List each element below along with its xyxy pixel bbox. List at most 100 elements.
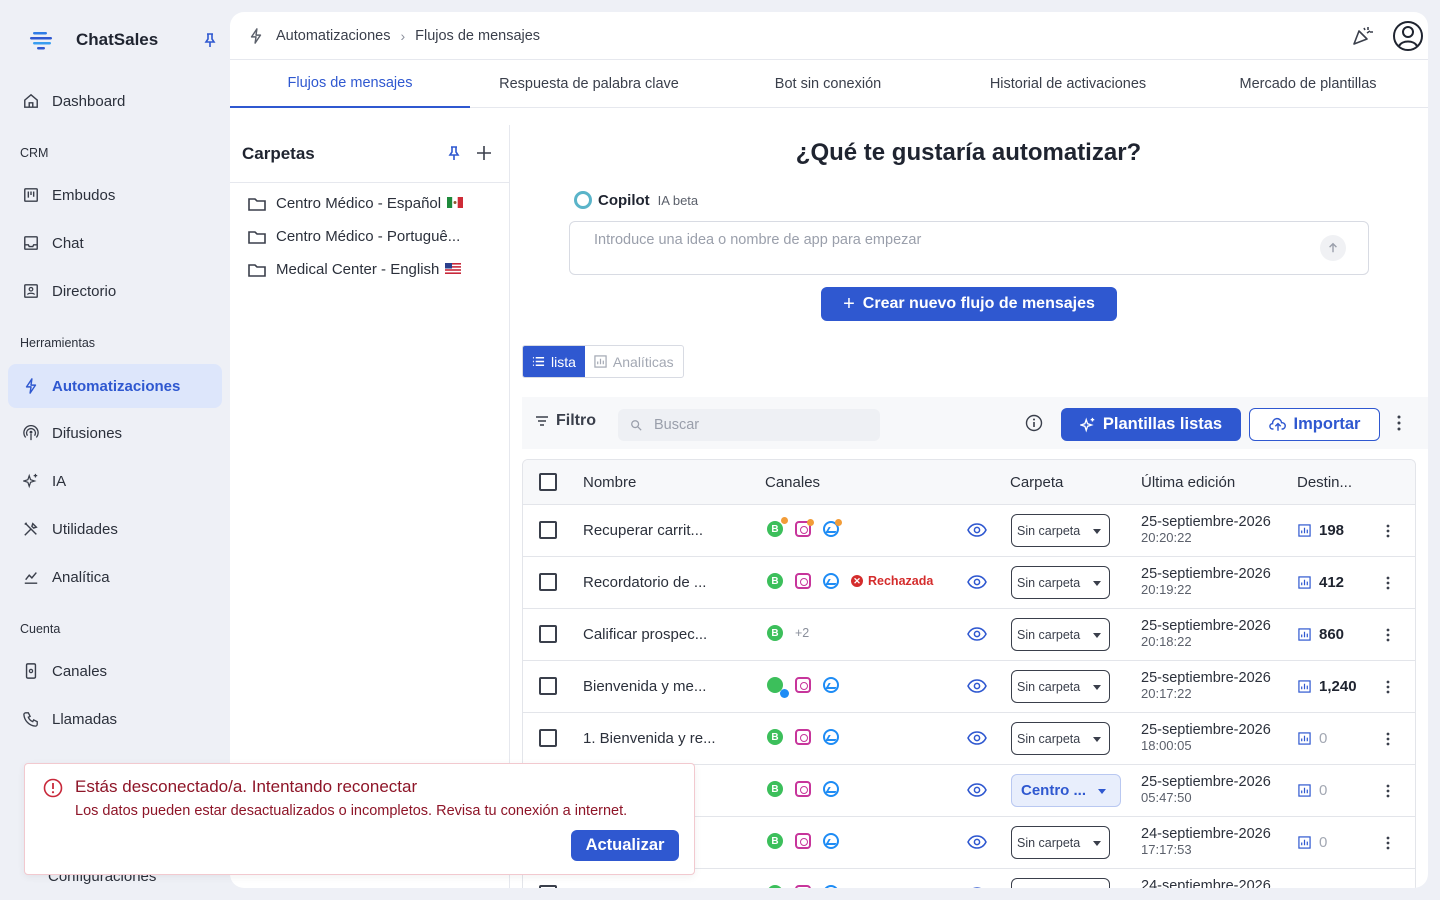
folder-select[interactable]: Sin carpeta bbox=[1011, 878, 1110, 888]
tab-respuesta-palabra-clave[interactable]: Respuesta de palabra clave bbox=[470, 60, 708, 108]
breadcrumb-parent[interactable]: Automatizaciones bbox=[276, 28, 390, 44]
nav-llamadas[interactable]: Llamadas bbox=[8, 697, 222, 741]
table-row[interactable]: Recordatorio de ... B ✕ Rechazada Sin carpet… bbox=[523, 557, 1415, 609]
tabs: Flujos de mensajes Respuesta de palabra … bbox=[230, 60, 1428, 108]
tab-flujos-de-mensajes[interactable]: Flujos de mensajes bbox=[230, 60, 470, 108]
nav-automatizaciones[interactable]: Automatizaciones bbox=[8, 364, 222, 408]
flow-name[interactable]: Recuperar carrit... bbox=[583, 522, 723, 539]
folder-item[interactable]: Medical Center - English bbox=[230, 253, 509, 286]
nav-chat[interactable]: Chat bbox=[8, 221, 222, 265]
nav-canales[interactable]: Canales bbox=[8, 649, 222, 693]
recipients-count[interactable]: 0 bbox=[1298, 834, 1327, 851]
import-button[interactable]: Importar bbox=[1249, 408, 1380, 441]
view-list-button[interactable]: lista bbox=[523, 346, 585, 377]
row-checkbox[interactable] bbox=[539, 521, 557, 539]
eye-icon[interactable] bbox=[967, 523, 987, 537]
flow-name[interactable]: Recordatorio de ... bbox=[583, 574, 723, 591]
folder-item[interactable]: Centro Médico - Español bbox=[230, 187, 509, 220]
flow-name[interactable]: 1. Bienvenida y re... bbox=[583, 730, 723, 747]
recipients-count[interactable]: 0 bbox=[1298, 730, 1327, 747]
nav-utilidades[interactable]: Utilidades bbox=[8, 507, 222, 551]
folder-select[interactable]: Centro ... bbox=[1011, 774, 1121, 807]
celebration-icon[interactable] bbox=[1350, 24, 1374, 48]
recipients-count[interactable]: 0 bbox=[1298, 782, 1327, 799]
folder-select-value: Sin carpeta bbox=[1017, 627, 1081, 642]
eye-icon[interactable] bbox=[967, 575, 987, 589]
pin-icon[interactable] bbox=[446, 145, 462, 161]
row-checkbox[interactable] bbox=[539, 677, 557, 695]
nav-directorio[interactable]: Directorio bbox=[8, 269, 222, 313]
tab-mercado-plantillas[interactable]: Mercado de plantillas bbox=[1188, 60, 1428, 108]
templates-button[interactable]: Plantillas listas bbox=[1061, 408, 1241, 441]
table-row[interactable]: Bienvenida y me... Sin carpeta 25-septiemb… bbox=[523, 661, 1415, 713]
chatsales-logo-icon bbox=[30, 32, 52, 50]
info-icon[interactable] bbox=[1025, 414, 1043, 432]
row-checkbox[interactable] bbox=[539, 729, 557, 747]
eye-icon[interactable] bbox=[967, 731, 987, 745]
row-checkbox[interactable] bbox=[539, 625, 557, 643]
flow-name[interactable]: Calificar prospec... bbox=[583, 626, 723, 643]
more-vertical-icon[interactable] bbox=[1385, 731, 1391, 747]
eye-icon[interactable] bbox=[967, 835, 987, 849]
edited-day: 24-septiembre-2026 bbox=[1141, 878, 1271, 888]
row-checkbox[interactable] bbox=[539, 885, 557, 888]
recipients-count[interactable]: 860 bbox=[1298, 626, 1344, 643]
folder-select[interactable]: Sin carpeta bbox=[1011, 618, 1110, 651]
nav-embudos[interactable]: Embudos bbox=[8, 173, 222, 217]
sparkle-icon bbox=[22, 472, 40, 490]
folder-select[interactable]: Sin carpeta bbox=[1011, 566, 1110, 599]
recipients-count[interactable]: 412 bbox=[1298, 574, 1344, 591]
recipients-count[interactable]: 1,240 bbox=[1298, 678, 1357, 695]
more-vertical-icon[interactable] bbox=[1385, 679, 1391, 695]
more-vertical-icon[interactable] bbox=[1396, 414, 1402, 432]
folder-select[interactable]: Sin carpeta bbox=[1011, 670, 1110, 703]
folder-select[interactable]: Sin carpeta bbox=[1011, 826, 1110, 859]
breadcrumb-current: Flujos de mensajes bbox=[415, 27, 541, 44]
folder-select[interactable]: Sin carpeta bbox=[1011, 514, 1110, 547]
flow-name[interactable]: Bienvenida y me... bbox=[583, 678, 723, 695]
recipients-count[interactable]: 198 bbox=[1298, 522, 1344, 539]
tab-bot-sin-conexion[interactable]: Bot sin conexión bbox=[708, 60, 948, 108]
refresh-button[interactable]: Actualizar bbox=[571, 830, 679, 861]
pin-icon[interactable] bbox=[202, 32, 218, 48]
search-input[interactable]: Buscar bbox=[618, 409, 880, 441]
column-name[interactable]: Nombre bbox=[583, 474, 636, 491]
eye-icon[interactable] bbox=[967, 679, 987, 693]
more-vertical-icon[interactable] bbox=[1385, 887, 1391, 888]
folder-item[interactable]: Centro Médico - Portuguê... bbox=[230, 220, 509, 253]
eye-icon[interactable] bbox=[967, 783, 987, 797]
tab-historial-activaciones[interactable]: Historial de activaciones bbox=[948, 60, 1188, 108]
select-all-checkbox[interactable] bbox=[539, 473, 557, 491]
more-vertical-icon[interactable] bbox=[1385, 523, 1391, 539]
create-flow-button[interactable]: + Crear nuevo flujo de mensajes bbox=[821, 287, 1117, 321]
filter-button[interactable]: Filtro bbox=[534, 412, 596, 430]
nav-section-account: Cuenta bbox=[20, 622, 61, 636]
view-analytics-button[interactable]: Analíticas bbox=[585, 346, 683, 377]
flow-name[interactable]: Education (CN) bbox=[583, 886, 723, 888]
nav-chat-label: Chat bbox=[52, 234, 84, 252]
rejected-icon: ✕ bbox=[851, 575, 863, 587]
verified-icon bbox=[780, 689, 789, 698]
row-checkbox[interactable] bbox=[539, 573, 557, 591]
table-row[interactable]: Recuperar carrit... B Sin carpeta 25-septie… bbox=[523, 505, 1415, 557]
more-vertical-icon[interactable] bbox=[1385, 575, 1391, 591]
folder-select[interactable]: Sin carpeta bbox=[1011, 722, 1110, 755]
table-row[interactable]: 1. Bienvenida y re... B Sin carpeta 25-sept… bbox=[523, 713, 1415, 765]
column-edited[interactable]: Última edición bbox=[1141, 474, 1235, 491]
idea-input[interactable]: Introduce una idea o nombre de app para … bbox=[569, 221, 1369, 275]
recipients-value: 0 bbox=[1319, 730, 1328, 747]
nav-ia[interactable]: IA bbox=[8, 459, 222, 503]
eye-icon[interactable] bbox=[967, 887, 987, 888]
add-folder-icon[interactable] bbox=[476, 145, 492, 161]
eye-icon[interactable] bbox=[967, 627, 987, 641]
table-row[interactable]: Calificar prospec... B +2 Sin carpeta 25-sep… bbox=[523, 609, 1415, 661]
send-arrow-icon[interactable] bbox=[1320, 235, 1346, 261]
more-vertical-icon[interactable] bbox=[1385, 835, 1391, 851]
recipients-count[interactable]: 0 bbox=[1298, 886, 1327, 888]
nav-dashboard[interactable]: Dashboard bbox=[8, 79, 222, 123]
nav-analitica[interactable]: Analítica bbox=[8, 555, 222, 599]
nav-difusiones[interactable]: Difusiones bbox=[8, 411, 222, 455]
more-vertical-icon[interactable] bbox=[1385, 627, 1391, 643]
more-vertical-icon[interactable] bbox=[1385, 783, 1391, 799]
user-avatar-icon[interactable] bbox=[1392, 20, 1424, 52]
